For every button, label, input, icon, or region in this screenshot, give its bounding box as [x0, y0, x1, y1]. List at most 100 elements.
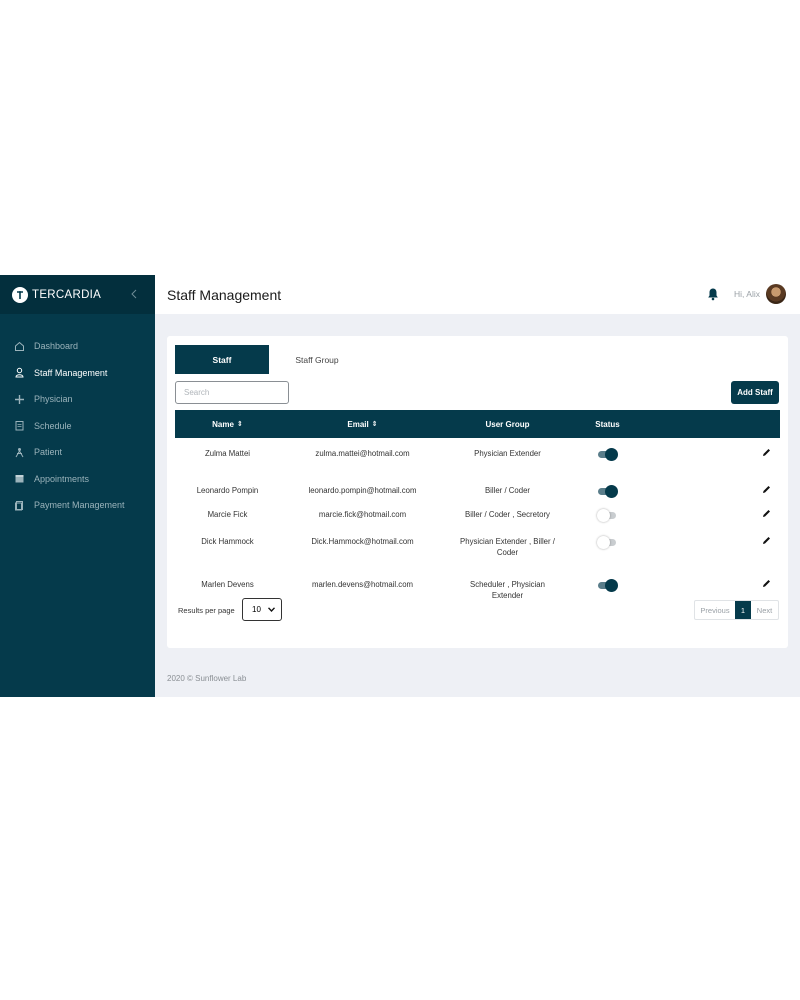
collapse-sidebar-icon[interactable] — [127, 287, 141, 301]
column-name-label: Name — [212, 419, 234, 429]
edit-pencil-icon[interactable] — [761, 579, 771, 589]
column-user-group-label: User Group — [485, 419, 530, 429]
sidebar-item-label: Dashboard — [34, 341, 79, 352]
table-body: Zulma Mattei zulma.mattei@hotmail.com Phys… — [175, 448, 780, 601]
schedule-icon — [13, 420, 25, 432]
user-group-line: Biller / Coder , Secretory — [465, 510, 550, 519]
calendar-icon — [13, 473, 25, 485]
previous-page-button[interactable]: Previous — [695, 601, 735, 619]
cell-user-group: Biller / Coder — [445, 485, 570, 496]
plus-icon — [13, 393, 25, 405]
staff-card: Staff Staff Group Add Staff Name ⇕ Email… — [167, 336, 788, 648]
tab-staff-group[interactable]: Staff Group — [292, 345, 342, 374]
sidebar: TERCARDIA Dashboard Staff Management Physi… — [0, 275, 155, 697]
brand-bar: TERCARDIA — [0, 275, 155, 314]
cell-status — [570, 536, 645, 549]
cell-user-group: Scheduler , Physician Extender — [445, 579, 570, 601]
sidebar-item-label: Appointments — [34, 473, 90, 484]
avatar[interactable] — [766, 284, 786, 304]
sidebar-item-appointments[interactable]: Appointments — [0, 466, 155, 493]
payment-icon — [13, 499, 25, 511]
sort-icon: ⇕ — [236, 421, 243, 428]
cell-status — [570, 509, 645, 522]
cell-status — [570, 448, 645, 461]
toggle-knob — [605, 485, 618, 498]
cell-user-group: Biller / Coder , Secretory — [445, 509, 570, 520]
add-staff-button[interactable]: Add Staff — [731, 381, 779, 404]
sort-icon: ⇕ — [371, 421, 378, 428]
chevron-down-icon — [268, 607, 275, 612]
patient-icon — [13, 446, 25, 458]
cell-user-group: Physician Extender — [445, 448, 570, 459]
sidebar-item-label: Payment Management — [34, 500, 125, 511]
sidebar-item-label: Staff Management — [34, 367, 108, 378]
cell-name: Marcie Fick — [207, 510, 248, 519]
sidebar-item-label: Schedule — [34, 420, 72, 431]
results-per-page-value: 10 — [252, 605, 261, 614]
cell-name: Zulma Mattei — [204, 449, 251, 458]
user-group-line: Scheduler , Physician — [470, 580, 545, 589]
user-group-line: Biller / Coder — [484, 486, 531, 495]
cell-name: Dick Hammock — [201, 537, 254, 546]
bell-icon[interactable] — [706, 287, 720, 301]
sidebar-nav: Dashboard Staff Management Physician Schedu… — [0, 333, 155, 519]
brand-name: TERCARDIA — [32, 288, 102, 301]
edit-pencil-icon[interactable] — [761, 485, 771, 495]
cell-user-group: Physician Extender , Biller / Coder — [445, 536, 570, 558]
sidebar-item-dashboard[interactable]: Dashboard — [0, 333, 155, 360]
topbar: Staff Management Hi, Alix — [155, 275, 800, 314]
cell-status — [570, 579, 645, 592]
table-row: Marcie Fick marcie.fick@hotmail.com Biller… — [175, 509, 780, 522]
table-row: Zulma Mattei zulma.mattei@hotmail.com Phys… — [175, 448, 780, 461]
sidebar-item-physician[interactable]: Physician — [0, 386, 155, 413]
tab-staff[interactable]: Staff — [175, 345, 269, 374]
next-page-button[interactable]: Next — [751, 601, 778, 619]
edit-pencil-icon[interactable] — [761, 509, 771, 519]
user-group-line: Physician Extender — [474, 449, 541, 458]
toggle-knob — [605, 579, 618, 592]
column-status-label: Status — [595, 419, 620, 429]
sidebar-item-patient[interactable]: Patient — [0, 439, 155, 466]
sidebar-item-label: Physician — [34, 394, 73, 405]
status-toggle[interactable] — [597, 485, 618, 498]
edit-pencil-icon[interactable] — [761, 536, 771, 546]
status-toggle[interactable] — [597, 509, 618, 522]
cell-email: zulma.mattei@hotmail.com — [315, 449, 410, 458]
toggle-knob — [597, 509, 610, 522]
column-header-user-group: User Group — [445, 420, 570, 429]
app-window: TERCARDIA Dashboard Staff Management Physi… — [0, 275, 800, 697]
status-toggle[interactable] — [597, 536, 618, 549]
cell-email: leonardo.pompin@hotmail.com — [308, 486, 417, 495]
cell-status — [570, 485, 645, 498]
page-title: Staff Management — [167, 286, 282, 303]
footer-copyright: 2020 © Sunflower Lab — [167, 674, 247, 683]
sidebar-item-payment-management[interactable]: Payment Management — [0, 492, 155, 519]
cell-email: marcie.fick@hotmail.com — [318, 510, 407, 519]
pagination: Previous 1 Next — [694, 600, 779, 620]
status-toggle[interactable] — [597, 448, 618, 461]
sidebar-item-schedule[interactable]: Schedule — [0, 413, 155, 440]
page-1-button[interactable]: 1 — [735, 601, 751, 619]
staff-table: Name ⇕ Email ⇕ User Group Status Zulma M… — [175, 410, 780, 601]
table-row: Leonardo Pompin leonardo.pompin@hotmail.c… — [175, 485, 780, 498]
column-email-label: Email — [347, 419, 369, 429]
home-icon — [13, 340, 25, 352]
column-header-email[interactable]: Email ⇕ — [280, 420, 445, 429]
edit-pencil-icon[interactable] — [761, 448, 771, 458]
toggle-knob — [605, 448, 618, 461]
results-per-page-label: Results per page — [178, 606, 235, 615]
results-per-page-select[interactable]: 10 — [242, 598, 282, 621]
sidebar-item-label: Patient — [34, 447, 63, 458]
search-input[interactable] — [175, 381, 289, 404]
sidebar-item-staff-management[interactable]: Staff Management — [0, 360, 155, 387]
cell-name: Leonardo Pompin — [196, 486, 259, 495]
cell-name: Marlen Devens — [201, 580, 254, 589]
column-header-name[interactable]: Name ⇕ — [175, 420, 280, 429]
table-header: Name ⇕ Email ⇕ User Group Status — [175, 410, 780, 438]
user-group-line: Extender — [491, 591, 524, 600]
cell-email: marlen.devens@hotmail.com — [311, 580, 414, 589]
tercardia-logo-icon — [12, 286, 28, 303]
user-icon — [13, 367, 25, 379]
status-toggle[interactable] — [597, 579, 618, 592]
toggle-knob — [597, 536, 610, 549]
